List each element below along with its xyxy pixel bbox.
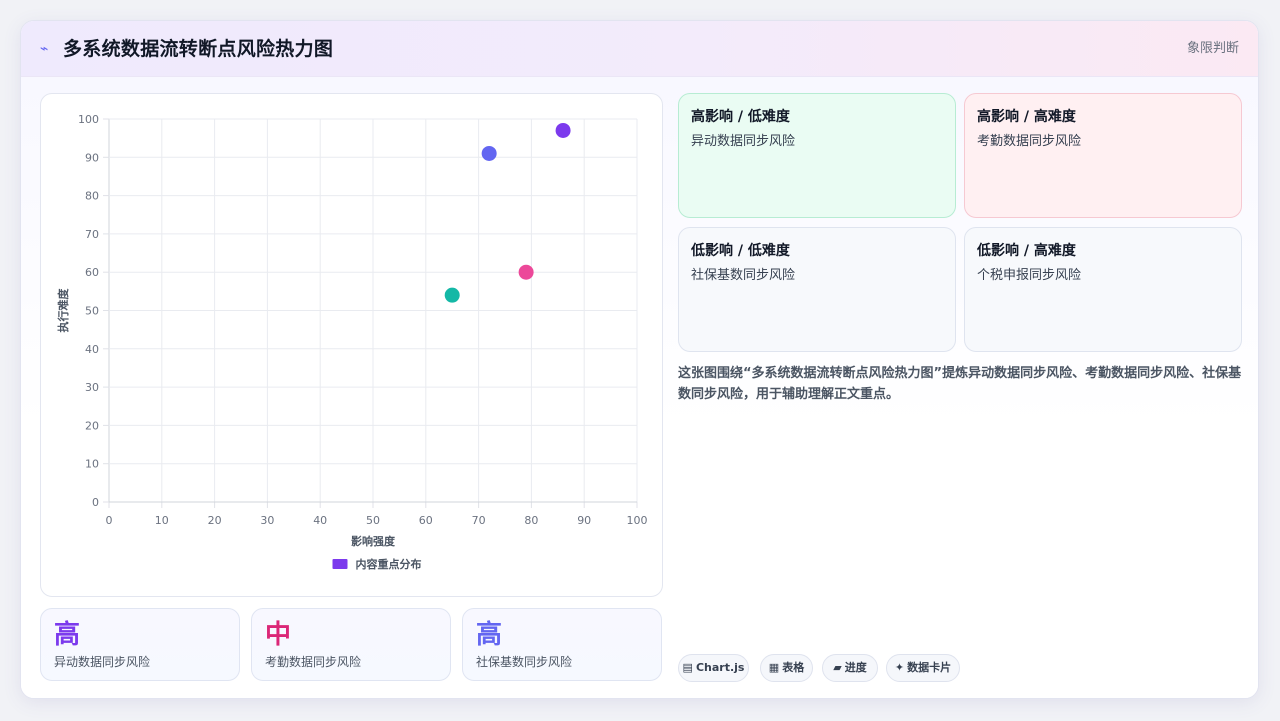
scatter-point bbox=[518, 264, 534, 280]
x-tick-label: 60 bbox=[419, 514, 433, 527]
x-tick-label: 30 bbox=[260, 514, 274, 527]
x-tick-label: 50 bbox=[366, 514, 380, 527]
chip-label: 表格 bbox=[782, 661, 805, 674]
scatter-chart: 0 10 20 30 40 50 60 70 80 90 100 0 10 20 30 40 50 60 70 80 9… bbox=[56, 113, 648, 571]
y-tick-label: 30 bbox=[85, 381, 99, 394]
chart-icon: ▤ bbox=[682, 661, 693, 674]
progress-icon: ▰ bbox=[833, 661, 842, 674]
quadrant-item: 异动数据同步风险 bbox=[691, 134, 796, 149]
chip-progress[interactable]: ▰ 进度 bbox=[822, 654, 878, 682]
x-tick-label: 20 bbox=[208, 514, 222, 527]
page-title: 多系统数据流转断点风险热力图 bbox=[63, 38, 334, 60]
header: ⌁ 多系统数据流转断点风险热力图 象限判断 bbox=[21, 21, 1258, 77]
stat-card-2: 高 社保基数同步风险 bbox=[462, 608, 662, 681]
x-tick-label: 40 bbox=[313, 514, 327, 527]
y-tick-label: 100 bbox=[78, 113, 99, 126]
y-tick-label: 10 bbox=[85, 458, 99, 471]
stat-card-0: 高 异动数据同步风险 bbox=[40, 608, 240, 681]
y-tick-label: 50 bbox=[85, 305, 99, 318]
x-tick-label: 70 bbox=[472, 514, 486, 527]
quadrant-low-impact-low-difficulty: 低影响 / 低难度 社保基数同步风险 bbox=[678, 227, 956, 352]
stat-value: 中 bbox=[265, 620, 292, 650]
chip-label: 进度 bbox=[844, 661, 867, 674]
quadrant-item: 个税申报同步风险 bbox=[977, 268, 1082, 283]
x-tick-label: 90 bbox=[577, 514, 591, 527]
chip-data-cards[interactable]: ✦ 数据卡片 bbox=[886, 654, 960, 682]
quadrant-title: 低影响 / 高难度 bbox=[977, 243, 1076, 259]
chart-panel: 0 10 20 30 40 50 60 70 80 90 100 0 10 20 30 40 50 60 70 80 9… bbox=[40, 93, 663, 597]
y-tick-label: 20 bbox=[85, 419, 99, 432]
x-axis-label: 影响强度 bbox=[351, 534, 396, 548]
quadrant-title: 高影响 / 低难度 bbox=[691, 109, 790, 125]
quadrant-high-impact-high-difficulty: 高影响 / 高难度 考勤数据同步风险 bbox=[964, 93, 1242, 218]
y-tick-label: 60 bbox=[85, 266, 99, 279]
y-axis-label: 执行难度 bbox=[56, 288, 70, 333]
lightning-icon: ⌁ bbox=[40, 41, 49, 57]
main-card: ⌁ 多系统数据流转断点风险热力图 象限判断 0 10 20 30 40 50 60 70 80 9… bbox=[20, 20, 1259, 699]
chip-table[interactable]: ▦ 表格 bbox=[760, 654, 813, 682]
stat-label: 社保基数同步风险 bbox=[476, 655, 573, 669]
scatter-point bbox=[481, 145, 497, 161]
sparkle-icon: ✦ bbox=[894, 661, 905, 674]
legend-label: 内容重点分布 bbox=[356, 557, 422, 571]
quadrant-high-impact-low-difficulty: 高影响 / 低难度 异动数据同步风险 bbox=[678, 93, 956, 218]
x-tick-label: 80 bbox=[524, 514, 538, 527]
legend-swatch bbox=[332, 559, 348, 569]
stat-label: 考勤数据同步风险 bbox=[265, 655, 362, 669]
scatter-point bbox=[555, 122, 571, 138]
scatter-point bbox=[444, 287, 460, 303]
y-tick-label: 80 bbox=[85, 190, 99, 203]
quadrant-item: 考勤数据同步风险 bbox=[977, 134, 1082, 149]
y-tick-label: 90 bbox=[85, 151, 99, 164]
chip-label: 数据卡片 bbox=[907, 661, 952, 674]
quadrant-title: 低影响 / 低难度 bbox=[691, 243, 790, 259]
y-tick-label: 0 bbox=[92, 496, 99, 509]
stat-card-1: 中 考勤数据同步风险 bbox=[251, 608, 451, 681]
chip-label: Chart.js bbox=[695, 661, 745, 674]
header-tag: 象限判断 bbox=[1186, 41, 1239, 56]
summary-text: 这张图围绕“多系统数据流转断点风险热力图”提炼异动数据同步风险、考勤数据同步风险… bbox=[678, 366, 1242, 402]
stat-label: 异动数据同步风险 bbox=[54, 655, 151, 669]
table-icon: ▦ bbox=[768, 661, 780, 674]
stat-value: 高 bbox=[54, 620, 81, 650]
x-tick-label: 0 bbox=[106, 514, 113, 527]
quadrant-low-impact-high-difficulty: 低影响 / 高难度 个税申报同步风险 bbox=[964, 227, 1242, 352]
quadrant-title: 高影响 / 高难度 bbox=[977, 109, 1076, 125]
stat-value: 高 bbox=[476, 620, 503, 650]
quadrant-item: 社保基数同步风险 bbox=[691, 268, 796, 283]
x-tick-label: 10 bbox=[155, 514, 169, 527]
x-tick-label: 100 bbox=[627, 514, 648, 527]
chip-chartjs[interactable]: ▤ Chart.js bbox=[678, 654, 749, 682]
y-tick-label: 40 bbox=[85, 343, 99, 356]
y-tick-label: 70 bbox=[85, 228, 99, 241]
